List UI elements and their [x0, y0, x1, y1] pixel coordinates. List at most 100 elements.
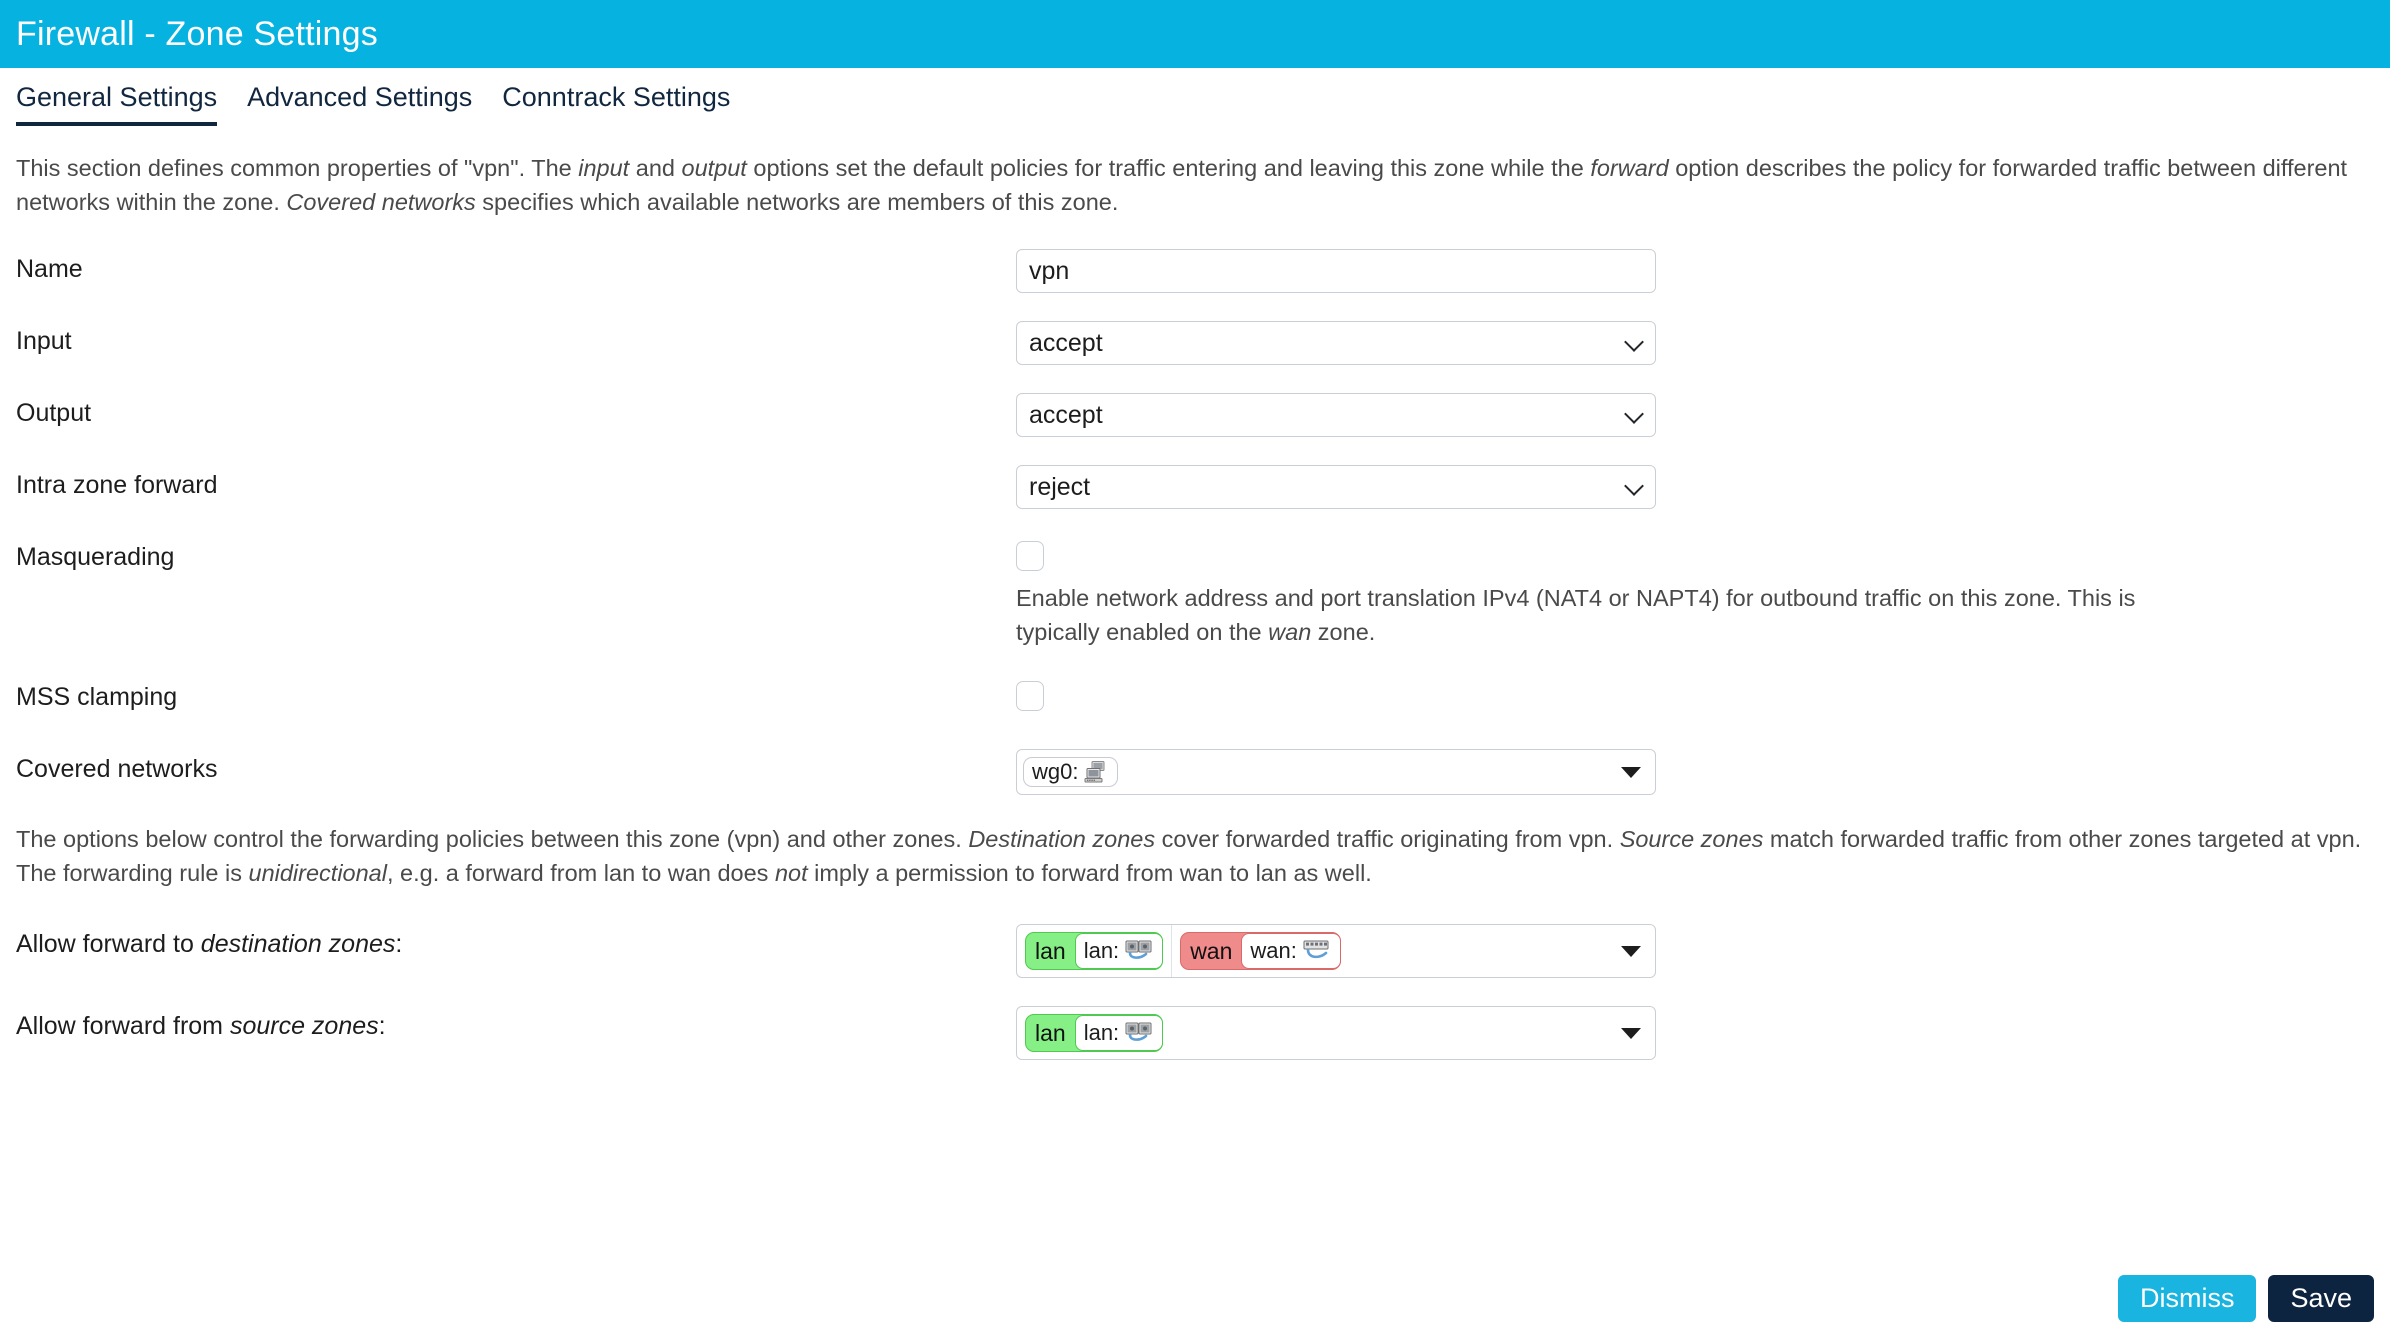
fwd-em-not: not: [774, 859, 808, 886]
chevron-down-icon: [1624, 476, 1644, 497]
label-source-zones-a: Allow forward from: [16, 1012, 230, 1041]
field-covered-networks: wg0:: [1016, 748, 2374, 795]
network-devices-icon: [1124, 940, 1154, 962]
source-zones-multiselect[interactable]: lan lan:: [1016, 1006, 1656, 1061]
masquerading-help-a: Enable network address and port translat…: [1016, 585, 2136, 645]
fwd-em-destination-zones: Destination zones: [968, 825, 1156, 852]
label-mss-clamping: MSS clamping: [16, 682, 178, 711]
intro-em-covered-networks: Covered networks: [286, 188, 476, 215]
zone-settings-form: Name vpn Input accept Output accept Intr…: [16, 249, 2374, 795]
form-row-intra-zone-forward: Intra zone forward reject: [16, 465, 2374, 510]
masquerading-help-em-wan: wan: [1268, 618, 1312, 645]
form-row-output: Output accept: [16, 393, 2374, 438]
input-policy-select[interactable]: accept: [1016, 321, 1656, 366]
field-output: accept: [1016, 393, 2374, 438]
zone-token-wan-name: wan: [1190, 937, 1233, 964]
source-zone-token-lan-chip: lan:: [1074, 1015, 1164, 1052]
covered-network-token-label: wg0:: [1032, 758, 1079, 784]
form-row-input: Input accept: [16, 321, 2374, 366]
network-devices-icon: [1302, 940, 1332, 962]
intro-text-1: This section defines common properties o…: [16, 155, 579, 181]
form-row-source-zones: Allow forward from source zones: lan lan…: [16, 1006, 2374, 1061]
field-destination-zones: lan lan: wan wan:: [1016, 924, 2374, 979]
fwd-text-2: cover forwarded traffic originating from…: [1155, 825, 1620, 852]
caret-down-icon[interactable]: [1621, 766, 1641, 778]
covered-network-token[interactable]: wg0:: [1023, 756, 1119, 787]
form-row-covered-networks: Covered networks wg0:: [16, 748, 2374, 795]
masquerading-help-b: zone.: [1311, 618, 1376, 645]
label-covered-networks: Covered networks: [16, 754, 218, 783]
source-zone-cell-lan[interactable]: lan lan:: [1017, 1007, 1171, 1059]
destination-zone-cell-wan[interactable]: wan wan:: [1172, 925, 1349, 977]
label-input: Input: [16, 327, 72, 356]
zone-token-lan[interactable]: lan lan:: [1025, 932, 1164, 971]
caret-down-icon[interactable]: [1621, 1028, 1641, 1040]
form-row-destination-zones: Allow forward to destination zones: lan …: [16, 924, 2374, 979]
tab-bar: General Settings Advanced Settings Connt…: [0, 68, 2390, 126]
tab-advanced-settings[interactable]: Advanced Settings: [247, 82, 472, 126]
label-destination-zones-b: :: [395, 930, 403, 959]
field-masquerading: Enable network address and port translat…: [1016, 537, 2374, 649]
network-devices-icon: [1124, 1022, 1154, 1044]
fwd-em-unidirectional: unidirectional: [248, 859, 387, 886]
fwd-em-source-zones: Source zones: [1619, 825, 1764, 852]
intro-text-5: specifies which available networks are m…: [475, 188, 1119, 215]
field-input: accept: [1016, 321, 2374, 366]
label-source-zones-b: :: [378, 1012, 386, 1041]
source-zone-token-lan-chip-label: lan:: [1083, 1020, 1120, 1046]
tab-general-settings[interactable]: General Settings: [16, 82, 218, 126]
label-output: Output: [16, 399, 92, 428]
label-intra-zone-forward: Intra zone forward: [16, 471, 218, 500]
intra-zone-forward-value: reject: [1029, 472, 1091, 501]
destination-zone-cell-lan[interactable]: lan lan:: [1017, 925, 1173, 978]
form-row-masquerading: Masquerading Enable network address and …: [16, 537, 2374, 649]
label-name: Name: [16, 255, 83, 284]
zone-token-lan-chip-label: lan:: [1083, 938, 1120, 964]
tab-conntrack-settings[interactable]: Conntrack Settings: [502, 82, 730, 126]
form-row-name: Name vpn: [16, 249, 2374, 294]
intro-text-3: options set the default policies for tra…: [746, 155, 1591, 181]
zone-token-lan[interactable]: lan lan:: [1025, 1014, 1164, 1053]
fwd-text-1: The options below control the forwarding…: [16, 825, 969, 852]
zone-token-wan-chip-label: wan:: [1250, 938, 1297, 964]
label-source-zones-em: source zones: [229, 1012, 379, 1041]
mss-clamping-checkbox[interactable]: [1016, 680, 1044, 711]
field-source-zones: lan lan:: [1016, 1006, 2374, 1061]
masquerading-help-text: Enable network address and port translat…: [1016, 582, 2196, 649]
label-destination-zones-em: destination zones: [200, 930, 396, 959]
section-description: This section defines common properties o…: [16, 152, 2374, 219]
page-title: Firewall - Zone Settings: [16, 14, 378, 53]
titlebar: Firewall - Zone Settings: [0, 0, 2390, 68]
name-input[interactable]: vpn: [1016, 249, 1656, 294]
fwd-text-4: , e.g. a forward from lan to wan does: [386, 859, 775, 886]
chevron-down-icon: [1624, 332, 1644, 353]
intro-em-forward: forward: [1590, 155, 1669, 181]
intro-em-input: input: [578, 155, 630, 181]
save-button[interactable]: Save: [2268, 1274, 2374, 1322]
caret-down-icon[interactable]: [1621, 946, 1641, 958]
source-zone-token-lan-name: lan: [1035, 1019, 1066, 1046]
form-row-mss-clamping: MSS clamping: [16, 677, 2374, 721]
dismiss-button[interactable]: Dismiss: [2117, 1274, 2257, 1322]
label-destination-zones: Allow forward to destination zones:: [16, 924, 1016, 959]
field-name: vpn: [1016, 249, 2374, 294]
intra-zone-forward-select[interactable]: reject: [1016, 465, 1656, 510]
output-policy-value: accept: [1029, 400, 1103, 429]
footer-actions: Dismiss Save: [2117, 1274, 2374, 1322]
masquerading-checkbox[interactable]: [1016, 541, 1044, 572]
network-interface-icon: [1083, 760, 1109, 783]
output-policy-select[interactable]: accept: [1016, 393, 1656, 438]
zone-token-lan-name: lan: [1035, 937, 1066, 964]
input-policy-value: accept: [1029, 328, 1103, 357]
destination-zones-multiselect[interactable]: lan lan: wan wan:: [1016, 924, 1656, 979]
field-intra-zone-forward: reject: [1016, 465, 2374, 510]
zone-token-wan[interactable]: wan wan:: [1180, 932, 1341, 971]
covered-networks-multiselect[interactable]: wg0:: [1016, 748, 1656, 795]
label-masquerading: Masquerading: [16, 543, 175, 572]
zone-token-lan-chip: lan:: [1074, 933, 1164, 970]
field-mss-clamping: [1016, 677, 2374, 711]
forwarding-description: The options below control the forwarding…: [16, 823, 2374, 890]
intro-em-output: output: [681, 155, 747, 181]
chevron-down-icon: [1624, 404, 1644, 425]
zone-token-wan-chip: wan:: [1241, 933, 1341, 970]
